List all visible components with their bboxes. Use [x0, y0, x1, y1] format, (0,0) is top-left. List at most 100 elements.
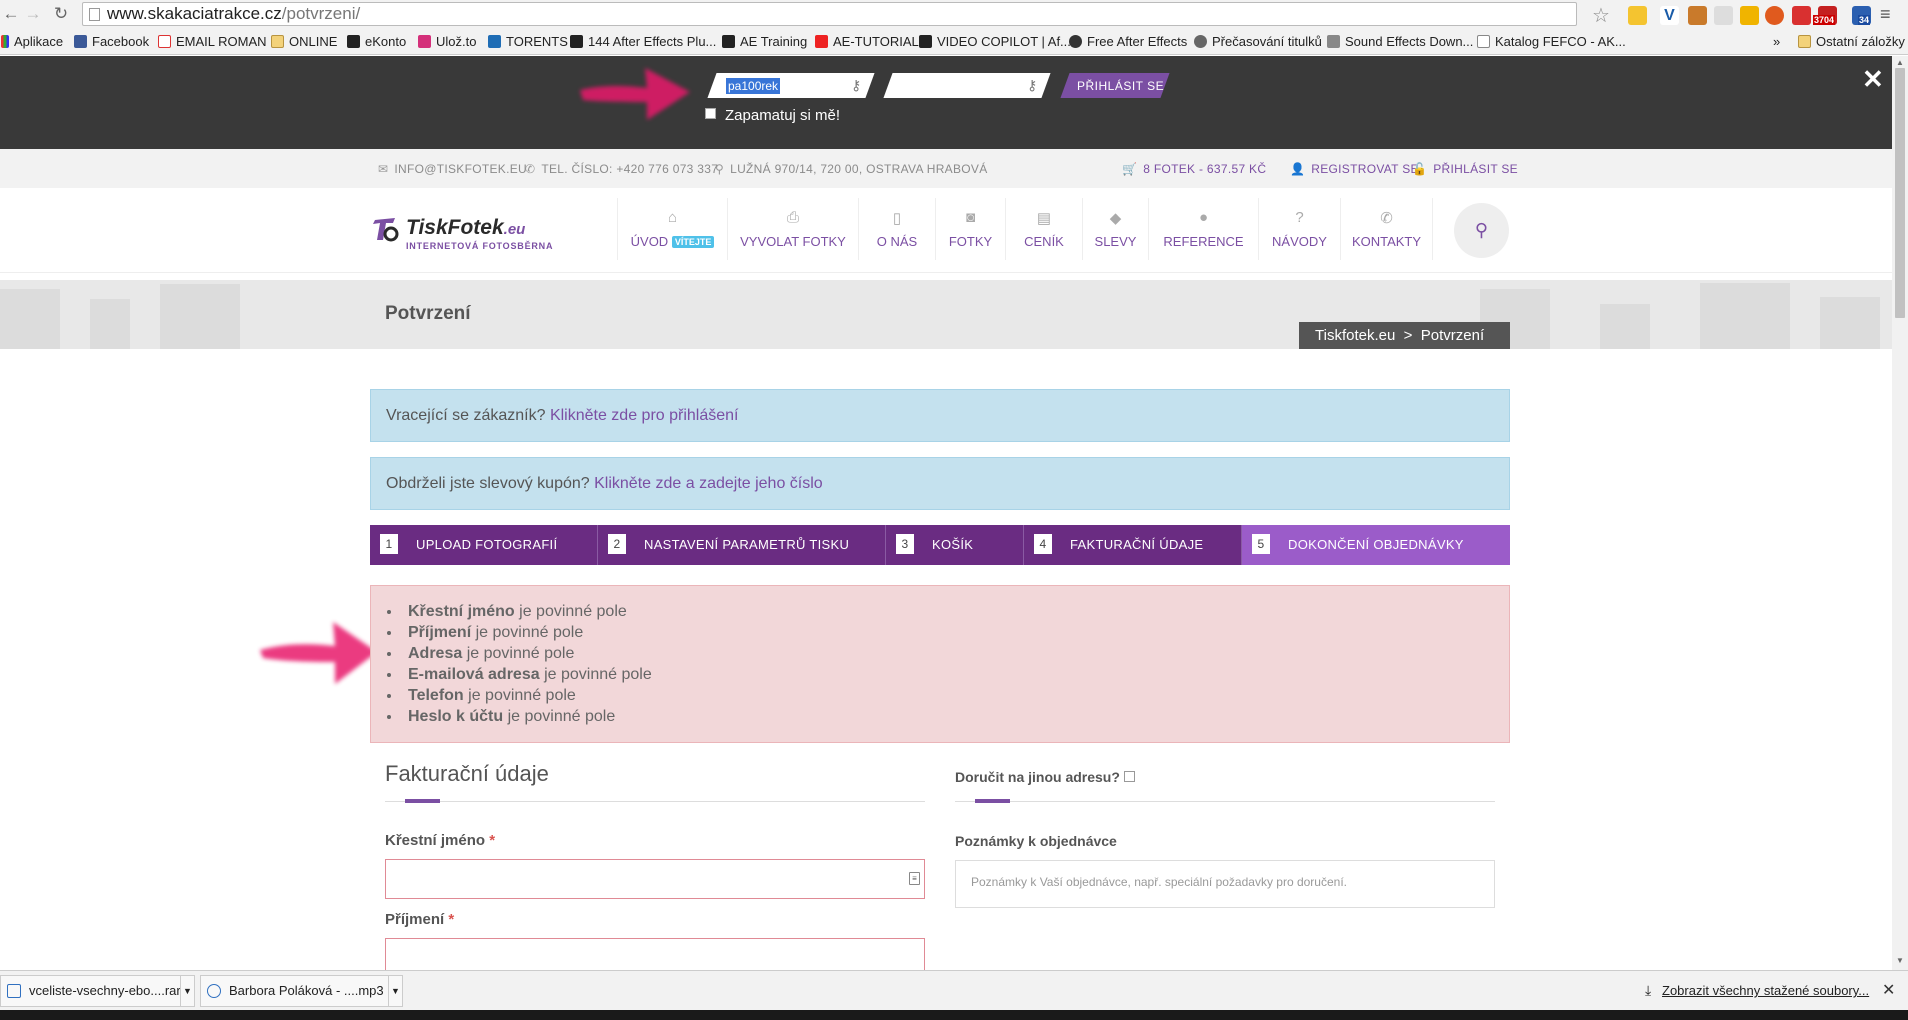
forward-icon[interactable]: →: [22, 4, 44, 24]
nav-item-reference[interactable]: ● REFERENCE: [1149, 198, 1259, 260]
step-cart[interactable]: 3 KOŠÍK: [886, 525, 1024, 565]
cart-link[interactable]: 🛒 8 FOTEK - 637.57 KČ: [1122, 162, 1266, 176]
remember-checkbox[interactable]: [705, 108, 716, 119]
step-billing[interactable]: 4 FAKTURAČNÍ ÚDAJE: [1024, 525, 1242, 565]
logo-icon[interactable]: [371, 214, 401, 244]
bookmark-item[interactable]: EMAIL ROMAN: [158, 33, 267, 51]
ship-other-address[interactable]: Doručit na jinou adresu?: [955, 769, 1135, 785]
email-link[interactable]: ✉ INFO@TISKFOTEK.EU: [378, 162, 527, 176]
bookmark-item[interactable]: eKonto: [347, 33, 406, 51]
bookmark-other[interactable]: Ostatní záložky: [1798, 33, 1905, 51]
print-icon: ⎙: [786, 209, 799, 226]
order-notes-textarea[interactable]: Poznámky k Vaší objednávce, např. speciá…: [955, 860, 1495, 908]
chevron-down-icon[interactable]: ▼: [180, 976, 194, 1006]
download-item[interactable]: Barbora Poláková - ....mp3 ▼: [200, 975, 403, 1007]
page-title: Potvrzení: [385, 303, 471, 324]
bookmark-item[interactable]: TORENTS: [488, 33, 568, 51]
bookmark-item[interactable]: Ulož.to: [418, 33, 476, 51]
step-finish[interactable]: 5 DOKONČENÍ OBJEDNÁVKY: [1242, 525, 1510, 565]
annotation-arrow: [580, 68, 690, 120]
chevron-down-icon[interactable]: ▼: [388, 976, 402, 1006]
logo-text[interactable]: TiskFotek.eu: [406, 216, 525, 240]
last-name-input[interactable]: [385, 938, 925, 970]
ulozto-icon: [418, 35, 431, 48]
nav-item-o-nas[interactable]: ▯ O NÁS: [859, 198, 936, 260]
coupon-notice: Obdrželi jste slevový kupón? Klikněte zd…: [370, 457, 1510, 510]
step-upload[interactable]: 1 UPLOAD FOTOGRAFIÍ: [370, 525, 598, 565]
close-icon[interactable]: ✕: [1882, 980, 1895, 1000]
bookmark-item[interactable]: VIDEO COPILOT | Af...: [919, 33, 1071, 51]
extension-badge: 34: [1858, 15, 1871, 25]
extension-icon[interactable]: [1628, 6, 1647, 25]
phone-icon: ✆: [525, 162, 536, 176]
reload-icon[interactable]: ↻: [50, 4, 72, 24]
facebook-icon: [74, 35, 87, 48]
bookmark-star-icon[interactable]: ☆: [1592, 3, 1610, 28]
camera-icon: ◙: [965, 209, 976, 226]
bookmark-item[interactable]: Sound Effects Down...: [1327, 33, 1473, 51]
bookmark-item[interactable]: Facebook: [74, 33, 149, 51]
scroll-up-icon[interactable]: ▲: [1896, 58, 1904, 67]
extension-icon[interactable]: [1792, 6, 1811, 25]
nav-item-uvod[interactable]: ⌂ ÚVOD VÍTEJTE: [617, 198, 728, 260]
v-logo-icon: [722, 35, 735, 48]
search-button[interactable]: ⚲: [1454, 203, 1509, 258]
nav-item-slevy[interactable]: ◆ SLEVY: [1083, 198, 1149, 260]
back-icon[interactable]: ←: [0, 4, 22, 24]
globe-icon: [1194, 35, 1207, 48]
bookmark-item[interactable]: Přečasování titulků: [1194, 33, 1322, 51]
ship-other-checkbox[interactable]: [1123, 771, 1135, 782]
address-bar[interactable]: www.skakaciatrakce.cz/potvrzeni/: [82, 2, 1577, 26]
register-link[interactable]: 👤 REGISTROVAT SE: [1290, 162, 1419, 176]
scrollbar-thumb[interactable]: [1895, 68, 1905, 318]
extension-v-icon[interactable]: V: [1660, 6, 1679, 25]
v-logo-icon: [919, 35, 932, 48]
extension-icon[interactable]: [1688, 6, 1707, 25]
bookmark-item[interactable]: Katalog FEFCO - AK...: [1477, 33, 1626, 51]
extension-icon[interactable]: [1714, 6, 1733, 25]
step-print-settings[interactable]: 2 NASTAVENÍ PARAMETRŮ TISKU: [598, 525, 886, 565]
vertical-scrollbar[interactable]: ▲ ▼: [1892, 56, 1908, 970]
remember-me[interactable]: Zapamatuj si mě!: [705, 107, 840, 124]
annotation-arrow: [260, 622, 377, 684]
scroll-down-icon[interactable]: ▼: [1896, 956, 1904, 965]
bookmark-item[interactable]: 144 After Effects Plu...: [570, 33, 716, 51]
extension-icon[interactable]: [1765, 6, 1784, 25]
nav-item-vyvolat-fotky[interactable]: ⎙ VYVOLAT FOTKY: [728, 198, 859, 260]
nav-item-fotky[interactable]: ◙ FOTKY: [936, 198, 1006, 260]
nav-item-navody[interactable]: ? NÁVODY: [1259, 198, 1341, 260]
comment-icon: ●: [1198, 209, 1209, 226]
menu-icon[interactable]: ≡: [1880, 4, 1891, 25]
divider: [385, 801, 925, 802]
login-link[interactable]: 🔓 PŘIHLÁSIT SE: [1412, 162, 1518, 176]
bookmark-item[interactable]: Free After Effects: [1069, 33, 1187, 51]
torrents-icon: [488, 35, 501, 48]
breadcrumb-home[interactable]: Tiskfotek.eu: [1315, 327, 1395, 344]
login-link[interactable]: Klikněte zde pro přihlášení: [550, 407, 739, 424]
apps-icon: [1, 35, 9, 48]
key-icon: ⚷: [851, 77, 862, 93]
password-field[interactable]: [883, 73, 1051, 98]
search-icon: ⚲: [1474, 220, 1489, 240]
bookmark-item[interactable]: AE-TUTORIAL: [815, 33, 919, 51]
first-name-input[interactable]: ≡: [385, 859, 925, 899]
download-item[interactable]: vceliste-vsechny-ebo....rar ▼: [0, 975, 195, 1007]
bookmark-apps[interactable]: Aplikace: [1, 33, 63, 51]
address-info: ⚲ LUŽNÁ 970/14, 720 00, OSTRAVA HRABOVÁ: [715, 162, 988, 176]
extension-icon[interactable]: [1740, 6, 1759, 25]
welcome-badge: VÍTEJTE: [671, 236, 715, 248]
bookmark-item[interactable]: AE Training: [722, 33, 807, 51]
first-name-label: Křestní jméno *: [385, 832, 496, 849]
bookmarks-overflow[interactable]: »: [1773, 33, 1780, 51]
error-item: Křestní jméno je povinné pole: [387, 601, 1509, 622]
bookmark-item[interactable]: ONLINE: [271, 33, 337, 51]
show-all-downloads-link[interactable]: Zobrazit všechny stažené soubory...: [1662, 983, 1869, 998]
autofill-icon[interactable]: ≡: [909, 872, 920, 885]
page-icon: [1477, 35, 1490, 48]
coupon-link[interactable]: Klikněte zde a zadejte jeho číslo: [594, 475, 823, 492]
close-icon[interactable]: ✕: [1862, 64, 1884, 95]
nav-item-kontakty[interactable]: ✆ KONTAKTY: [1341, 198, 1433, 260]
phone-info: ✆ TEL. ČÍSLO: +420 776 073 337: [525, 162, 719, 176]
nav-item-cenik[interactable]: ▤ CENÍK: [1006, 198, 1083, 260]
question-icon: ?: [1295, 209, 1304, 226]
